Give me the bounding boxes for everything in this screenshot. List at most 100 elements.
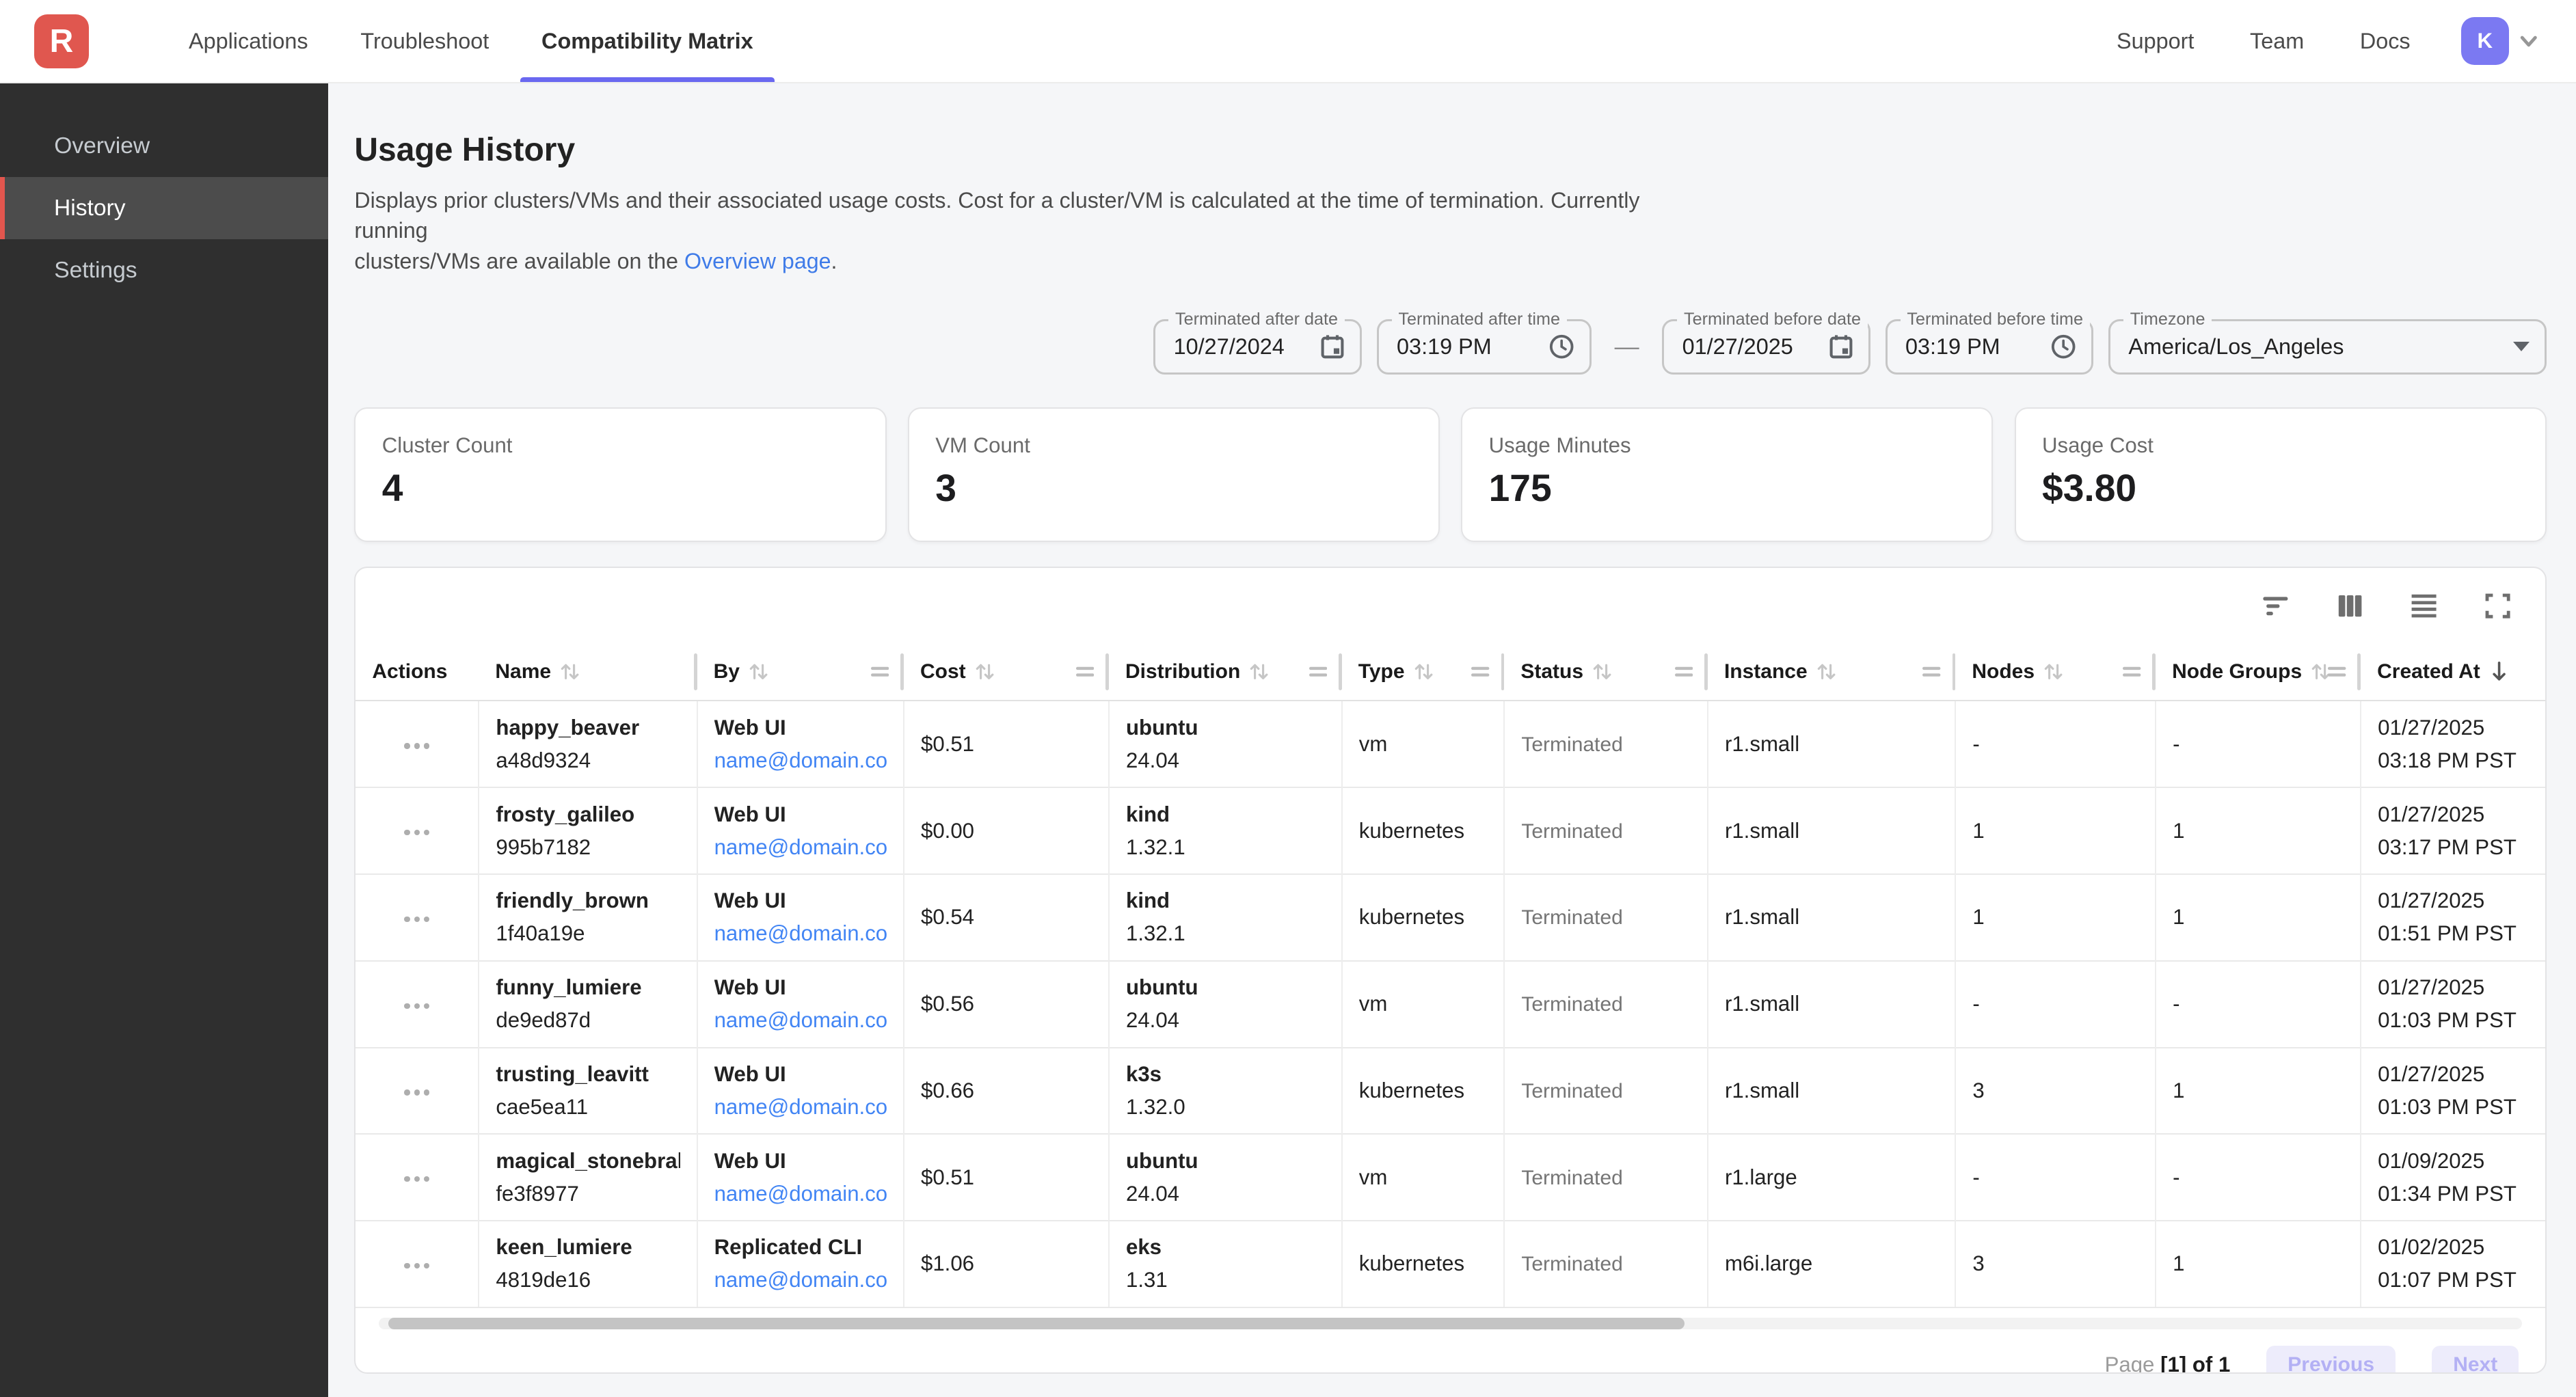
calendar-icon[interactable] [1829,334,1853,360]
created-date: 01/27/2025 [2378,971,2529,1004]
status-badge: Terminated [1521,733,1622,756]
main-content: Usage History Displays prior clusters/VM… [328,83,2576,1397]
creator-email-link[interactable]: name@domain.com [714,917,887,950]
row-actions-button[interactable] [398,733,436,759]
row-actions-button[interactable] [398,993,436,1018]
table-row[interactable]: funny_lumierede9ed87d Web UIname@domain.… [355,961,2545,1048]
link-support[interactable]: Support [2089,29,2222,54]
created-by: Web UI [714,798,887,831]
link-team[interactable]: Team [2222,29,2332,54]
tab-applications[interactable]: Applications [163,0,334,82]
scrollbar-thumb[interactable] [388,1318,1685,1329]
timezone-select[interactable]: Timezone America/Los_Angeles [2108,319,2547,375]
creator-email-link[interactable]: name@domain.com [714,744,887,777]
column-drag-handle-icon[interactable] [1076,664,1094,679]
date-filters: Terminated after date 10/27/2024 Termina… [354,319,2546,375]
cluster-name: keen_lumiere [496,1231,680,1264]
nodes-count: 3 [1972,1251,1984,1275]
row-actions-button[interactable] [398,1080,436,1105]
cost-value: $1.06 [921,1251,974,1275]
table-row[interactable]: happy_beavera48d9324 Web UIname@domain.c… [355,701,2545,787]
creator-email-link[interactable]: name@domain.com [714,1178,887,1210]
replicated-logo[interactable]: R [34,14,88,68]
terminated-before-time-value[interactable]: 03:19 PM [1905,334,2037,360]
creator-email-link[interactable]: name@domain.com [714,831,887,864]
column-header-by[interactable]: By [697,643,904,701]
row-actions-button[interactable] [398,906,436,932]
column-header-actions: Actions [355,643,479,701]
row-actions-button[interactable] [398,820,436,845]
terminated-after-time-field[interactable]: Terminated after time 03:19 PM [1377,319,1592,375]
table-header-row: Actions Name By Cost Distribution [355,643,2545,701]
dropdown-arrow-icon[interactable] [2513,342,2530,351]
sidebar-item-history[interactable]: History [0,177,328,239]
created-time: 01:07 PM PST [2378,1264,2529,1297]
column-drag-handle-icon[interactable] [1675,664,1693,679]
terminated-after-time-value[interactable]: 03:19 PM [1397,334,1535,360]
column-header-instance[interactable]: Instance [1708,643,1955,701]
columns-icon[interactable] [2332,588,2368,624]
filter-icon[interactable] [2258,588,2294,624]
clock-icon[interactable] [1548,334,1574,360]
sort-desc-icon [2488,660,2510,684]
sidebar-item-settings[interactable]: Settings [0,239,328,301]
row-actions-button[interactable] [398,1167,436,1192]
table-row[interactable]: magical_stonebrakerfe3f8977 Web UIname@d… [355,1134,2545,1221]
column-header-status[interactable]: Status [1504,643,1708,701]
terminated-after-date-field[interactable]: Terminated after date 10/27/2024 [1153,319,1362,375]
creator-email-link[interactable]: name@domain.com [714,1264,887,1297]
status-badge: Terminated [1521,906,1622,929]
tab-compatibility-matrix[interactable]: Compatibility Matrix [515,0,779,82]
type-value: kubernetes [1359,905,1464,929]
column-header-node-groups[interactable]: Node Groups [2156,643,2361,701]
column-header-name[interactable]: Name [479,643,697,701]
density-icon[interactable] [2406,588,2442,624]
column-drag-handle-icon[interactable] [2328,664,2346,679]
terminated-before-date-label: Terminated before date [1677,310,1867,329]
tab-troubleshoot[interactable]: Troubleshoot [334,0,515,82]
sidebar-item-overview[interactable]: Overview [0,115,328,177]
distribution-name: kind [1126,884,1325,917]
column-header-distribution[interactable]: Distribution [1109,643,1342,701]
range-separator: — [1615,332,1639,361]
horizontal-scrollbar[interactable] [379,1318,2522,1329]
column-header-nodes[interactable]: Nodes [1955,643,2156,701]
table-row[interactable]: trusting_leavittcae5ea11 Web UIname@doma… [355,1048,2545,1135]
column-header-cost[interactable]: Cost [904,643,1109,701]
column-drag-handle-icon[interactable] [1922,664,1940,679]
calendar-icon[interactable] [1320,334,1345,360]
fullscreen-icon[interactable] [2480,588,2516,624]
terminated-before-date-value[interactable]: 01/27/2025 [1682,334,1816,360]
overview-page-link[interactable]: Overview page [684,249,831,273]
column-drag-handle-icon[interactable] [1309,664,1327,679]
creator-email-link[interactable]: name@domain.com [714,1004,887,1037]
created-by: Web UI [714,711,887,744]
table-row[interactable]: frosty_galileo995b7182 Web UIname@domain… [355,787,2545,874]
chevron-down-icon[interactable] [2517,29,2540,53]
creator-email-link[interactable]: name@domain.com [714,1091,887,1124]
next-page-button[interactable]: Next [2432,1346,2519,1374]
node-groups-count: - [2173,732,2179,756]
created-time: 01:51 PM PST [2378,917,2529,950]
table-row[interactable]: friendly_brown1f40a19e Web UIname@domain… [355,874,2545,961]
cost-value: $0.56 [921,992,974,1016]
terminated-after-date-value[interactable]: 10/27/2024 [1174,334,1308,360]
previous-page-button[interactable]: Previous [2266,1346,2396,1374]
terminated-before-date-field[interactable]: Terminated before date 01/27/2025 [1662,319,1870,375]
description-line1: Displays prior clusters/VMs and their as… [354,185,1683,246]
column-header-created-at[interactable]: Created At [2361,643,2545,701]
terminated-before-time-field[interactable]: Terminated before time 03:19 PM [1886,319,2094,375]
created-by: Web UI [714,1058,887,1091]
column-drag-handle-icon[interactable] [871,664,889,679]
stat-label: Usage Minutes [1489,433,1965,458]
avatar[interactable]: K [2461,17,2509,65]
link-docs[interactable]: Docs [2332,29,2438,54]
table-row[interactable]: keen_lumiere4819de16 Replicated CLIname@… [355,1221,2545,1307]
column-drag-handle-icon[interactable] [2123,664,2141,679]
column-header-type[interactable]: Type [1342,643,1505,701]
distribution-name: ubuntu [1126,971,1325,1004]
timezone-value[interactable]: America/Los_Angeles [2128,334,2500,360]
clock-icon[interactable] [2050,334,2076,360]
row-actions-button[interactable] [398,1253,436,1278]
column-drag-handle-icon[interactable] [1471,664,1489,679]
